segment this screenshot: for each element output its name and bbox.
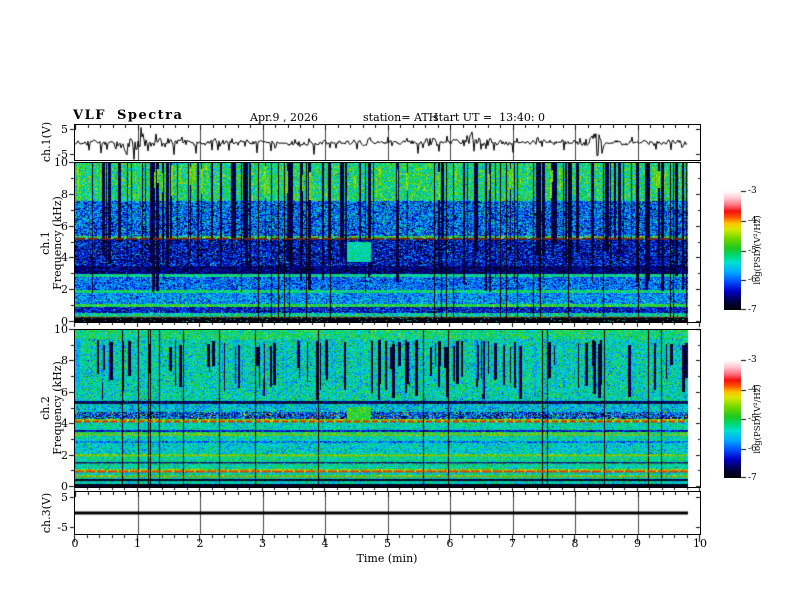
colorbar-tick-label: -7: [748, 473, 757, 483]
volt-tick-label: -5: [57, 148, 68, 161]
x-tick-label: 3: [259, 537, 266, 550]
ch2-colorbar: [724, 360, 741, 478]
colorbar-tick-label: -6: [748, 443, 757, 454]
freq-tick-label: 8: [61, 354, 68, 368]
freq-tick-label: 4: [61, 251, 68, 265]
vlf-spectra-figure: VLF Spectra Apr.9 , 2026 station= ATH st…: [0, 0, 792, 612]
freq-tick-label: 10: [54, 323, 68, 336]
freq-tick-label: 6: [61, 385, 68, 399]
ch1-colorbar: [724, 191, 741, 310]
colorbar-tick-label: -3: [748, 355, 757, 365]
ch2-spectrogram-panel: [74, 329, 701, 488]
ch1-frequency-axis-label: ch.1 Frequency (kHz): [39, 196, 64, 290]
time-axis-label: Time (min): [356, 552, 418, 565]
colorbar-tick-label: -5: [748, 414, 757, 424]
colorbar-tick-label: -6: [748, 275, 757, 286]
ch3-waveform-panel: [74, 491, 701, 535]
ch1-waveform-panel: [74, 124, 701, 161]
x-tick-label: 10: [693, 537, 707, 550]
x-tick-label: 1: [134, 537, 141, 550]
freq-tick-label: 2: [61, 448, 68, 462]
ch2-spectrogram-canvas: [75, 330, 700, 487]
plot-title: VLF Spectra: [73, 108, 184, 123]
header-date: Apr.9 , 2026: [250, 111, 319, 124]
ch1-spectrogram-panel: [74, 162, 701, 323]
colorbar-tick-label: -5: [748, 245, 757, 256]
freq-tick-label: 6: [61, 219, 68, 233]
volt-tick-label: 5: [61, 491, 68, 504]
colorbar-tick-label: -4: [748, 215, 757, 226]
volt-tick-label: 5: [61, 123, 68, 136]
freq-tick-label: 4: [61, 417, 68, 431]
ch1-spectrogram-canvas: [75, 163, 700, 322]
x-tick-label: 0: [71, 537, 79, 550]
ch3-waveform-canvas: [75, 492, 700, 534]
x-tick-label: 2: [196, 537, 204, 550]
x-tick-label: 4: [321, 537, 329, 550]
colorbar-tick-label: -7: [748, 305, 757, 315]
x-tick-label: 7: [509, 537, 516, 550]
header-start-ut: start UT = 13:40: 0: [433, 111, 546, 124]
x-tick-label: 9: [634, 537, 641, 550]
freq-tick-label: 8: [61, 187, 68, 201]
colorbar-tick-label: -4: [748, 384, 757, 395]
ch1-waveform-canvas: [75, 125, 700, 160]
x-tick-label: 8: [571, 537, 579, 550]
volt-tick-label: -5: [57, 521, 68, 534]
x-tick-label: 5: [384, 537, 391, 550]
x-tick-label: 6: [446, 537, 454, 550]
freq-tick-label: 2: [61, 283, 68, 297]
ch2-frequency-axis-label: ch.2 Frequency (kHz): [39, 361, 64, 455]
header-station: station= ATH: [363, 111, 439, 124]
colorbar-tick-label: -3: [748, 186, 757, 196]
